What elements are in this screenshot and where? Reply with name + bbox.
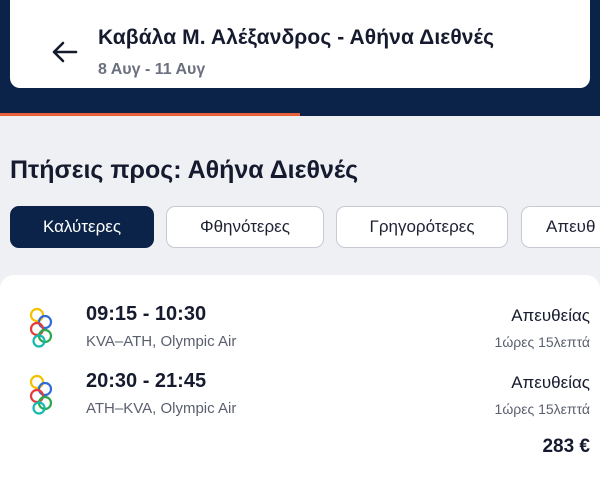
olympic-air-logo <box>29 374 53 415</box>
leg-stops: Απευθείας <box>511 373 590 392</box>
leg-times: 09:15 - 10:30 <box>86 303 207 325</box>
flight-result-card[interactable]: 09:15 - 10:30 KVA–ATH, Olympic Air Απευθ… <box>0 275 600 477</box>
sort-chip-fastest[interactable]: Γρηγορότερες <box>336 206 508 248</box>
sort-chips: Καλύτερες Φθηνότερες Γρηγορότερες Απευθ <box>10 206 600 248</box>
travel-dates: 8 Αυγ - 11 Αυγ <box>98 61 206 78</box>
leg-duration: 1ώρες 15λεπτά <box>494 334 590 350</box>
leg-route-airline: KVA–ATH, Olympic Air <box>86 333 237 350</box>
search-summary-card[interactable]: Καβάλα Μ. Αλέξανδρος - Αθήνα Διεθνές 8 Α… <box>10 0 590 88</box>
leg-stops: Απευθείας <box>511 306 590 325</box>
olympic-air-logo <box>29 307 53 348</box>
leg-duration: 1ώρες 15λεπτά <box>494 401 590 417</box>
loading-progress-fill <box>0 113 300 116</box>
sort-chip-direct[interactable]: Απευθ <box>521 206 600 248</box>
sort-chip-best[interactable]: Καλύτερες <box>10 206 154 248</box>
loading-progress-bar <box>0 113 600 116</box>
arrow-left-icon[interactable] <box>46 34 82 70</box>
section-title: Πτήσεις προς: Αθήνα Διεθνές <box>10 156 359 184</box>
leg-route-airline: ATH–KVA, Olympic Air <box>86 400 237 417</box>
return-leg: 20:30 - 21:45 ATH–KVA, Olympic Air Απευθ… <box>0 370 600 426</box>
outbound-leg: 09:15 - 10:30 KVA–ATH, Olympic Air Απευθ… <box>0 303 600 359</box>
leg-times: 20:30 - 21:45 <box>86 370 207 392</box>
route-title: Καβάλα Μ. Αλέξανδρος - Αθήνα Διεθνές <box>98 26 495 49</box>
total-price: 283 € <box>542 436 590 457</box>
sort-chip-cheapest[interactable]: Φθηνότερες <box>166 206 324 248</box>
